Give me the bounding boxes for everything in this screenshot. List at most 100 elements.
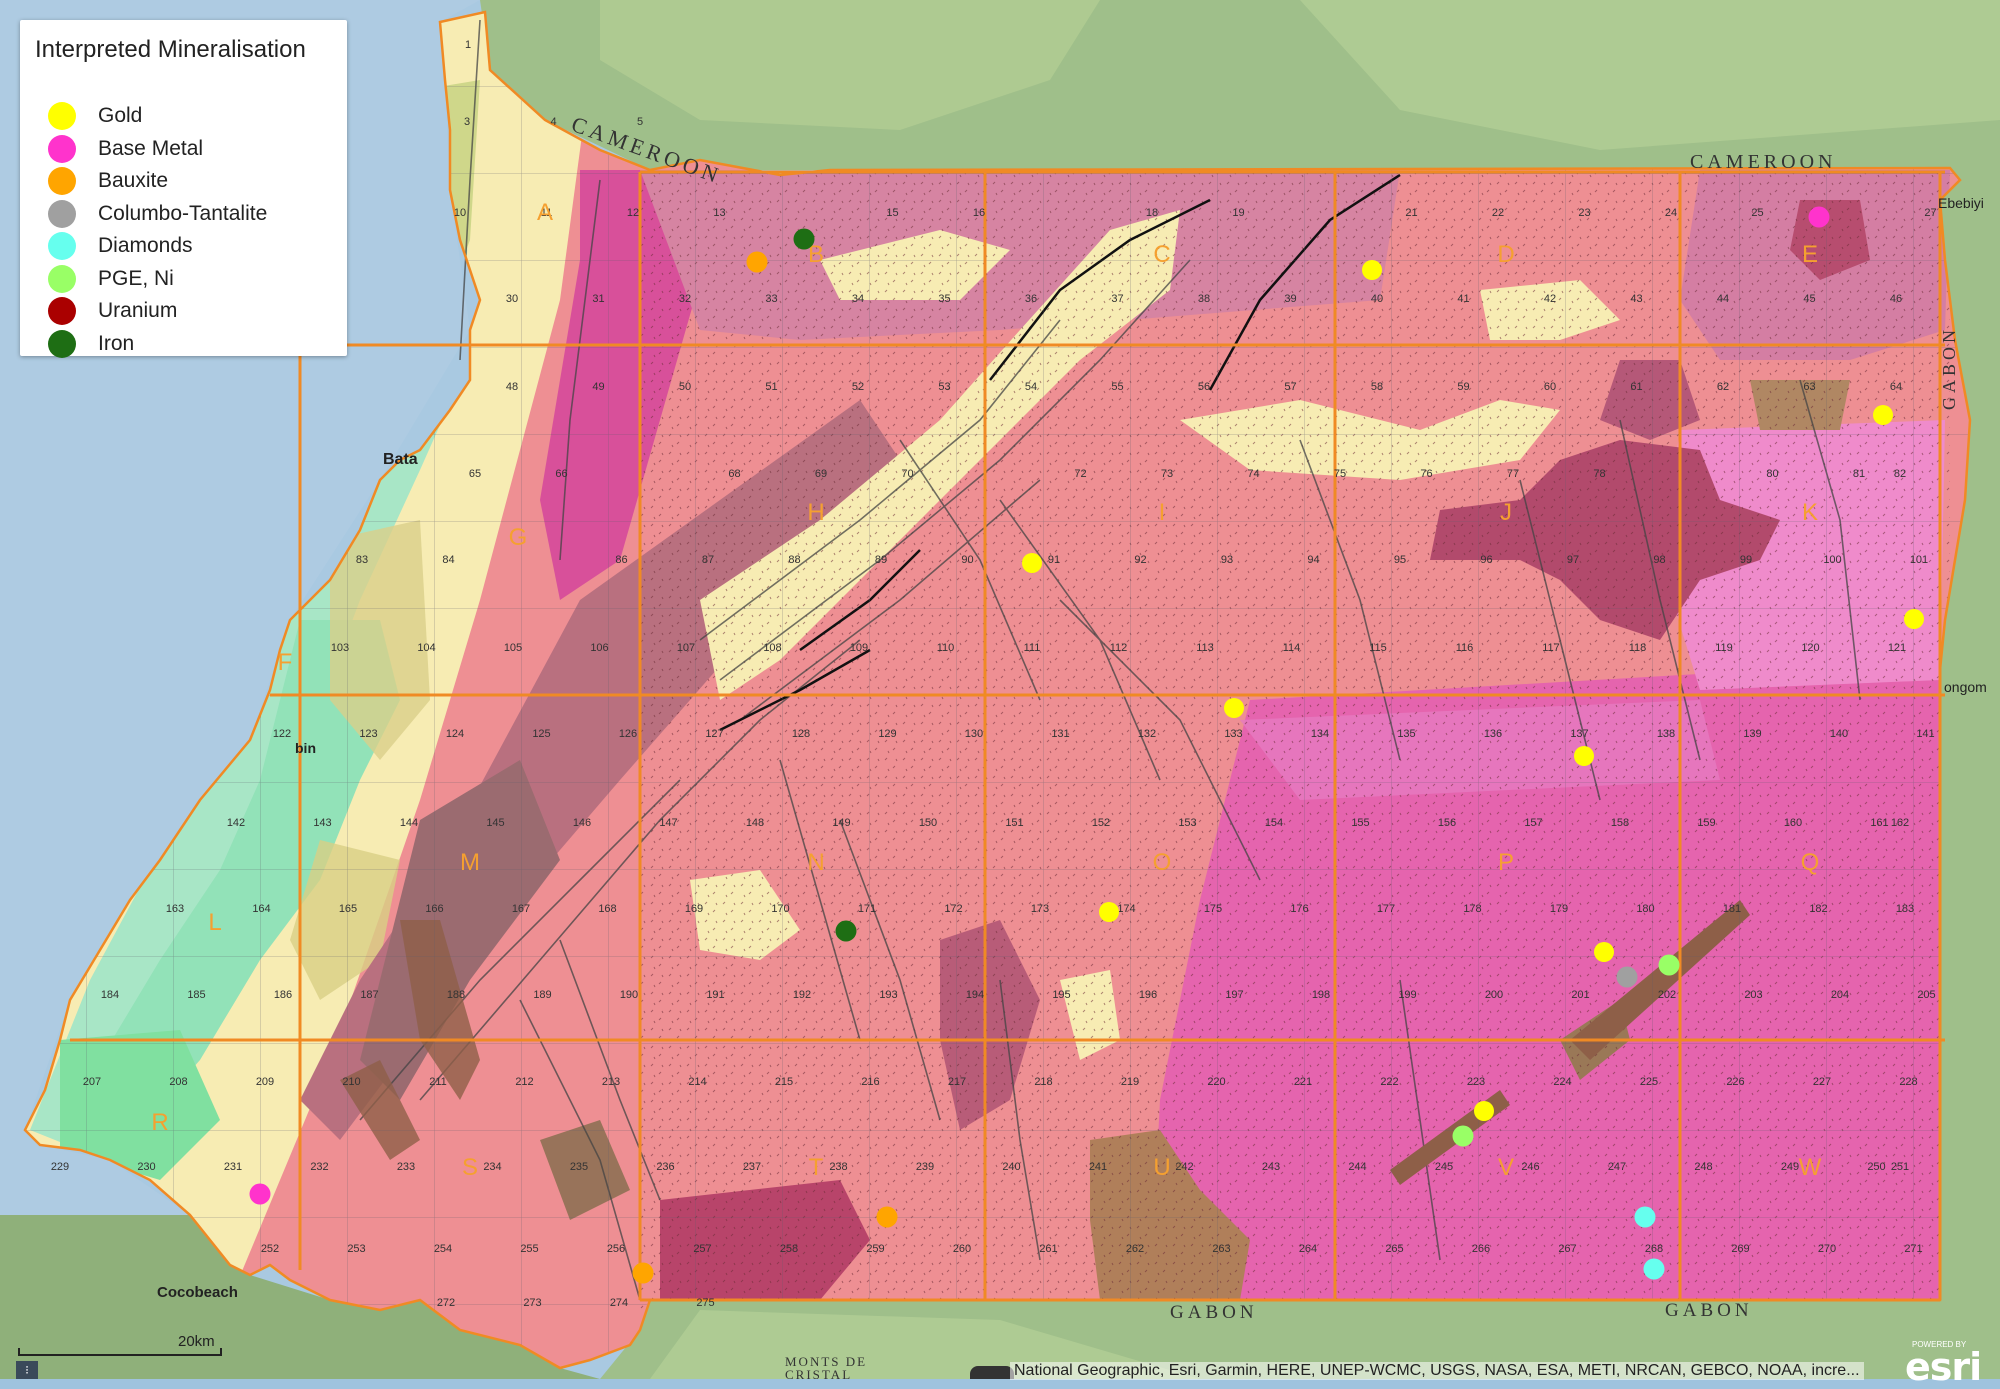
cell-label: 100 [1823, 554, 1841, 566]
occurrence-gold[interactable] [1904, 609, 1924, 629]
cell-label: 223 [1467, 1076, 1485, 1088]
cell-label: 139 [1743, 728, 1761, 740]
cell-label: 247 [1608, 1161, 1626, 1173]
cell-label: 24 [1665, 207, 1677, 219]
label-cocobeach: Cocobeach [157, 1284, 238, 1301]
cell-label: 56 [1198, 381, 1210, 393]
occurrence-pge-ni[interactable] [1452, 1125, 1474, 1147]
occurrence-gold[interactable] [1224, 698, 1244, 718]
cell-label: 167 [512, 903, 530, 915]
cell-label: 51 [765, 381, 777, 393]
cell-label: 113 [1196, 642, 1214, 654]
legend-title: Interpreted Mineralisation [35, 36, 306, 63]
block-label-u: U [1153, 1154, 1170, 1181]
cell-label: 125 [532, 728, 550, 740]
occurrence-iron[interactable] [793, 228, 815, 250]
cell-label: 64 [1890, 381, 1902, 393]
cell-label: 186 [274, 989, 292, 1001]
occurrence-gold[interactable] [1873, 405, 1893, 425]
block-label-o: O [1153, 849, 1172, 876]
legend-item-base-metal: Base Metal [48, 133, 203, 165]
occurrence-columbo-tantalite[interactable] [1616, 966, 1638, 988]
block-label-h: H [807, 499, 824, 526]
cell-label: 203 [1744, 989, 1762, 1001]
label-cameroon-east: CAMEROON [1690, 151, 1836, 173]
block-label-k: K [1802, 499, 1818, 526]
cell-label: 240 [1002, 1161, 1020, 1173]
cell-label: 263 [1212, 1243, 1230, 1255]
legend-label: Gold [98, 104, 143, 127]
occurrence-base-metal[interactable] [249, 1183, 271, 1205]
cell-label: 33 [765, 293, 777, 305]
cell-label: 241 [1089, 1161, 1107, 1173]
block-label-v: V [1498, 1154, 1514, 1181]
cell-label: 252 [261, 1243, 279, 1255]
block-label-p: P [1498, 849, 1514, 876]
occurrence-bauxite[interactable] [632, 1262, 654, 1284]
cell-label: 185 [187, 989, 205, 1001]
cell-label: 262 [1126, 1243, 1144, 1255]
cell-label: 195 [1052, 989, 1070, 1001]
legend-panel: Interpreted Mineralisation Gold Base Meta… [20, 20, 347, 358]
cell-label: 45 [1803, 293, 1815, 305]
cell-label: 99 [1740, 554, 1752, 566]
cell-label: 86 [615, 554, 627, 566]
legend-item-uranium: Uranium [48, 295, 177, 327]
map-menu-button[interactable]: ⁝ [16, 1361, 38, 1379]
cell-label: 132 [1138, 728, 1156, 740]
occurrence-iron[interactable] [835, 920, 857, 942]
occurrence-gold[interactable] [1099, 902, 1119, 922]
cell-label: 117 [1542, 642, 1560, 654]
cell-label: 122 [273, 728, 291, 740]
cell-label: 46 [1890, 293, 1902, 305]
occurrence-gold[interactable] [1474, 1101, 1494, 1121]
cell-label: 230 [137, 1161, 155, 1173]
cell-label: 147 [659, 817, 677, 829]
cell-label: 238 [829, 1161, 847, 1173]
cell-label: 140 [1830, 728, 1848, 740]
cell-label: 50 [679, 381, 691, 393]
occurrence-base-metal[interactable] [1808, 206, 1830, 228]
cell-label: 255 [520, 1243, 538, 1255]
occurrence-gold[interactable] [1594, 942, 1614, 962]
occurrence-bauxite[interactable] [876, 1206, 898, 1228]
occurrence-bauxite[interactable] [746, 251, 768, 273]
cell-label: 249 [1781, 1161, 1799, 1173]
cell-label: 119 [1715, 642, 1733, 654]
cell-label: 224 [1553, 1076, 1571, 1088]
legend-label: PGE, Ni [98, 266, 174, 290]
occurrence-pge-ni[interactable] [1658, 954, 1680, 976]
cell-label: 78 [1593, 468, 1605, 480]
block-label-w: W [1799, 1154, 1822, 1181]
cell-label: 259 [866, 1243, 884, 1255]
cell-label: 201 [1571, 989, 1589, 1001]
occurrence-diamonds[interactable] [1634, 1206, 1656, 1228]
cell-label: 90 [961, 554, 973, 566]
legend-item-bauxite: Bauxite [48, 165, 168, 197]
cell-label: 168 [598, 903, 616, 915]
cell-label: 141 [1916, 728, 1934, 740]
occurrence-gold[interactable] [1022, 553, 1042, 573]
cell-label: 166 [425, 903, 443, 915]
occurrence-gold[interactable] [1574, 746, 1594, 766]
cell-label: 243 [1262, 1161, 1280, 1173]
cell-label: 58 [1371, 381, 1383, 393]
cell-label: 145 [486, 817, 504, 829]
cell-label: 202 [1658, 989, 1676, 1001]
cell-label: 44 [1717, 293, 1729, 305]
occurrence-diamonds[interactable] [1643, 1258, 1665, 1280]
cell-label: 229 [51, 1161, 69, 1173]
cell-label: 121 [1888, 642, 1906, 654]
cell-label: 258 [780, 1243, 798, 1255]
scale-label: 20km [178, 1333, 215, 1350]
attribution-toggle[interactable] [970, 1366, 1014, 1379]
block-label-a: A [537, 199, 553, 226]
cell-label: 265 [1385, 1243, 1403, 1255]
cell-label: 164 [252, 903, 270, 915]
occurrence-gold[interactable] [1362, 260, 1382, 280]
cell-label: 93 [1221, 554, 1233, 566]
cell-label: 37 [1111, 293, 1123, 305]
cell-label: 106 [590, 642, 608, 654]
legend-label: Diamonds [98, 234, 193, 257]
cell-label: 70 [901, 468, 913, 480]
